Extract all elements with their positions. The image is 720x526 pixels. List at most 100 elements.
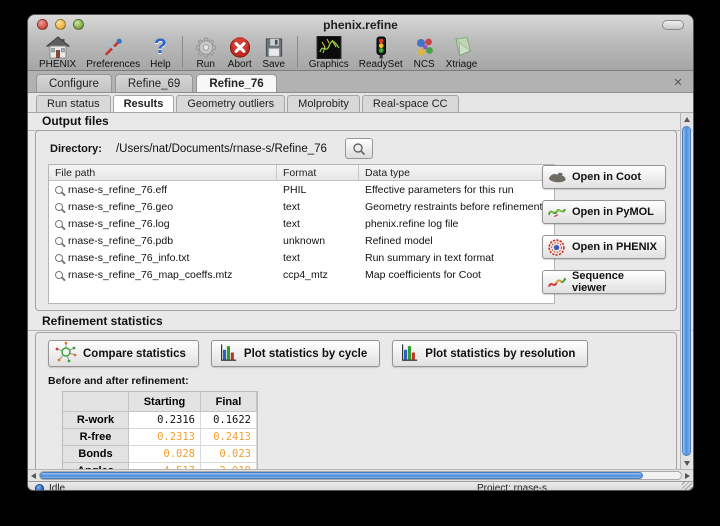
- subtab-run-status[interactable]: Run status: [36, 95, 111, 112]
- stats-header-starting: Starting: [129, 392, 201, 412]
- column-header-data-type[interactable]: Data type: [359, 165, 554, 180]
- table-row[interactable]: rnase-s_refine_76.logtextphenix.refine l…: [49, 215, 554, 232]
- stats-final-value: 0.1622: [201, 412, 257, 429]
- scroll-right-arrow-icon[interactable]: [682, 470, 693, 481]
- stats-row-label: R-free: [63, 429, 129, 446]
- table-row[interactable]: rnase-s_refine_76.pdbunknownRefined mode…: [49, 232, 554, 249]
- stats-row: R-work0.23160.1622: [63, 412, 257, 429]
- file-path: rnase-s_refine_76_map_coeffs.mtz: [68, 269, 232, 281]
- toolbar-label: ReadySet: [359, 59, 403, 70]
- toolbar-label: Save: [262, 59, 285, 70]
- plot-statistics-by-cycle-button[interactable]: Plot statistics by cycle: [211, 340, 380, 367]
- plot-statistics-by-resolution-button[interactable]: Plot statistics by resolution: [392, 340, 588, 367]
- bar-chart-icon: [218, 342, 238, 366]
- toolbar-label: Run: [197, 59, 215, 70]
- toolbar: PHENIX Preferences ? Help: [28, 34, 693, 71]
- magnifier-icon: [55, 186, 63, 194]
- compare-statistics-icon: [55, 341, 77, 366]
- column-header-format[interactable]: Format: [277, 165, 359, 180]
- toolbar-button-graphics[interactable]: Graphics: [304, 35, 354, 70]
- window-title: phenix.refine: [28, 18, 693, 32]
- subtab-results[interactable]: Results: [113, 95, 175, 112]
- tab-configure[interactable]: Configure: [36, 74, 112, 92]
- tab-refine-76[interactable]: Refine_76: [196, 74, 276, 92]
- open-in-coot-button[interactable]: Open in Coot: [542, 165, 666, 189]
- file-table-body: rnase-s_refine_76.effPHILEffective param…: [49, 181, 554, 283]
- output-files-table: File path Format Data type rnase-s_refin…: [48, 164, 555, 304]
- toolbar-separator: [297, 36, 298, 68]
- scroll-up-arrow-icon[interactable]: [681, 113, 692, 125]
- button-label: Compare statistics: [83, 348, 186, 360]
- button-label: Sequence viewer: [572, 270, 661, 294]
- vertical-scrollbar-thumb[interactable]: [682, 126, 691, 456]
- magnifier-icon: [55, 220, 63, 228]
- before-after-note: Before and after refinement:: [48, 375, 189, 387]
- results-panel: Output files Directory: /Users/nat/Docum…: [28, 113, 693, 469]
- open-in-pymol-button[interactable]: Open in PyMOL: [542, 200, 666, 224]
- browse-directory-button[interactable]: [345, 138, 373, 159]
- directory-label: Directory:: [50, 143, 102, 155]
- file-format: unknown: [277, 235, 359, 247]
- toolbar-button-save[interactable]: Save: [257, 35, 291, 70]
- toolbar-toggle-button[interactable]: [662, 20, 684, 30]
- status-bar: Idle Project: rnase-s: [28, 481, 693, 491]
- stats-starting-value: 0.2313: [129, 429, 201, 446]
- toolbar-button-run[interactable]: Run: [189, 35, 223, 70]
- subtab-geometry-outliers[interactable]: Geometry outliers: [176, 95, 285, 112]
- table-row[interactable]: rnase-s_refine_76_info.txttextRun summar…: [49, 249, 554, 266]
- status-text: Idle: [49, 483, 65, 491]
- toolbar-button-readyset[interactable]: ReadySet: [354, 35, 408, 70]
- abort-icon: [228, 35, 252, 59]
- subtab-molprobity[interactable]: Molprobity: [287, 95, 360, 112]
- stats-header-final: Final: [201, 392, 257, 412]
- stats-table-body: R-work0.23160.1622R-free0.23130.2413Bond…: [63, 412, 257, 469]
- toolbar-button-help[interactable]: ? Help: [145, 35, 176, 70]
- button-label: Plot statistics by resolution: [425, 348, 575, 360]
- sequence-viewer-button[interactable]: Sequence viewer: [542, 270, 666, 294]
- app-window: phenix.refine PHENIX: [27, 14, 694, 491]
- stats-table: Starting Final R-work0.23160.1622R-free0…: [62, 391, 258, 469]
- table-row[interactable]: rnase-s_refine_76.geotextGeometry restra…: [49, 198, 554, 215]
- table-row[interactable]: rnase-s_refine_76_map_coeffs.mtz ccp4_mtz…: [49, 266, 554, 283]
- compare-statistics-button[interactable]: Compare statistics: [48, 340, 199, 367]
- vertical-scrollbar[interactable]: [680, 113, 692, 469]
- toolbar-separator: [182, 36, 183, 68]
- close-tab-icon[interactable]: [671, 75, 685, 89]
- stats-starting-value: 0.2316: [129, 412, 201, 429]
- horizontal-scrollbar[interactable]: [28, 469, 693, 481]
- toolbar-button-ncs[interactable]: NCS: [408, 35, 441, 70]
- ncs-icon: [413, 35, 436, 59]
- file-data-type: Geometry restraints before refinement: [359, 201, 554, 213]
- toolbar-button-abort[interactable]: Abort: [223, 35, 257, 70]
- phenix-viewer-icon: [547, 238, 567, 256]
- subtab-real-space-cc[interactable]: Real-space CC: [362, 95, 459, 112]
- stats-header-row: Starting Final: [63, 392, 257, 412]
- button-label: Plot statistics by cycle: [244, 348, 367, 360]
- preferences-tools-icon: [101, 35, 125, 59]
- viewer-actions: Open in Coot Open in PyMOL: [542, 165, 666, 294]
- toolbar-button-xtriage[interactable]: Xtriage: [441, 35, 483, 70]
- horizontal-scrollbar-track[interactable]: [39, 471, 682, 480]
- resize-grip[interactable]: [682, 481, 692, 491]
- directory-path: /Users/nat/Documents/rnase-s/Refine_76: [116, 143, 327, 155]
- sequence-viewer-icon: [547, 273, 567, 291]
- toolbar-label: Xtriage: [446, 59, 478, 70]
- toolbar-button-preferences[interactable]: Preferences: [81, 35, 145, 70]
- file-path: rnase-s_refine_76_info.txt: [68, 252, 189, 264]
- file-data-type: Run summary in text format: [359, 252, 554, 264]
- column-header-file-path[interactable]: File path: [49, 165, 277, 180]
- scroll-left-arrow-icon[interactable]: [28, 470, 39, 481]
- file-path: rnase-s_refine_76.pdb: [68, 235, 173, 247]
- file-data-type: Map coefficients for Coot: [359, 269, 554, 281]
- open-in-phenix-button[interactable]: Open in PHENIX: [542, 235, 666, 259]
- subtab-bar: Run status Results Geometry outliers Mol…: [28, 93, 693, 113]
- toolbar-button-phenix[interactable]: PHENIX: [34, 35, 81, 70]
- horizontal-scrollbar-thumb[interactable]: [40, 472, 643, 479]
- tab-refine-69[interactable]: Refine_69: [115, 74, 193, 92]
- table-row[interactable]: rnase-s_refine_76.effPHILEffective param…: [49, 181, 554, 198]
- stats-starting-value: 0.028: [129, 446, 201, 463]
- scroll-down-arrow-icon[interactable]: [681, 457, 692, 469]
- run-gear-icon: [194, 35, 218, 59]
- file-path: rnase-s_refine_76.log: [68, 218, 170, 230]
- file-format: ccp4_mtz: [277, 269, 359, 281]
